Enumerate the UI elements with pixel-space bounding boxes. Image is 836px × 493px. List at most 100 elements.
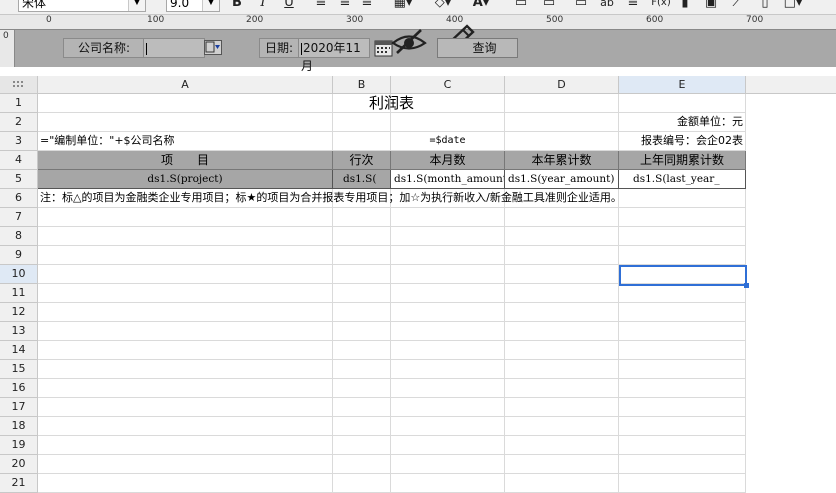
row-header[interactable]: 4: [0, 151, 38, 170]
column-header-b[interactable]: B: [333, 76, 391, 94]
grid-cell[interactable]: [505, 398, 619, 417]
grid-cell[interactable]: [505, 360, 619, 379]
bold-button[interactable]: B: [228, 0, 246, 12]
cell-amount-unit[interactable]: 金额单位：元: [619, 113, 746, 132]
chevron-down-icon[interactable]: ▼: [202, 0, 219, 11]
grid-cell[interactable]: [619, 474, 746, 493]
grid-cell[interactable]: [619, 208, 746, 227]
grid-cell[interactable]: [38, 284, 333, 303]
cell-compiler[interactable]: ="编制单位："+$公司名称: [38, 132, 333, 151]
align-center-icon[interactable]: ≡: [336, 0, 354, 12]
grid-cell[interactable]: [391, 208, 505, 227]
header-line-no[interactable]: 行次: [333, 151, 391, 170]
border-icon[interactable]: ▦▾: [388, 0, 418, 12]
chart-icon[interactable]: ▮: [676, 0, 694, 12]
grid-cell[interactable]: [505, 246, 619, 265]
device-icon[interactable]: ▯: [756, 0, 774, 12]
grid-cell[interactable]: [38, 322, 333, 341]
cell-ds-month[interactable]: ds1.S(month_amount: [391, 170, 505, 189]
row-header[interactable]: 6: [0, 189, 38, 208]
grid-cell[interactable]: [38, 379, 333, 398]
grid-cell[interactable]: [505, 417, 619, 436]
grid-cell[interactable]: [505, 474, 619, 493]
grid-cell[interactable]: [619, 455, 746, 474]
header-ytd[interactable]: 本年累计数: [505, 151, 619, 170]
grid-cell[interactable]: [391, 341, 505, 360]
image-icon[interactable]: ▣: [702, 0, 720, 12]
row-header[interactable]: 8: [0, 227, 38, 246]
merge-cells-icon[interactable]: ▭: [512, 0, 530, 12]
grid-cell[interactable]: [391, 303, 505, 322]
italic-button[interactable]: I: [254, 0, 272, 12]
cell-ds-line[interactable]: ds1.S(: [333, 170, 391, 189]
grid-cell[interactable]: [619, 417, 746, 436]
header-item[interactable]: 项 目: [38, 151, 333, 170]
row-header[interactable]: 19: [0, 436, 38, 455]
column-header-a[interactable]: A: [38, 76, 333, 94]
grid-cell[interactable]: [333, 341, 391, 360]
grid-cell[interactable]: [38, 436, 333, 455]
grid-cell[interactable]: [619, 303, 746, 322]
grid-cell[interactable]: [619, 227, 746, 246]
cell-report-code[interactable]: 报表编号：会企02表: [619, 132, 746, 151]
row-header[interactable]: 10: [0, 265, 38, 284]
grid-cell[interactable]: [333, 227, 391, 246]
company-dropdown-button[interactable]: [204, 40, 222, 55]
grid-cell[interactable]: [38, 360, 333, 379]
header-month[interactable]: 本月数: [391, 151, 505, 170]
date-input[interactable]: 2020年11月: [298, 38, 370, 73]
grid-cell[interactable]: [619, 436, 746, 455]
report-grid[interactable]: A B C D E 1 2 3 4 5 6 7 8 9 10 11 12 13 14 15 16 17 18 19 2…: [0, 76, 836, 493]
select-all-corner[interactable]: [0, 76, 38, 94]
grid-cell[interactable]: [505, 265, 619, 284]
cell-note[interactable]: 注：标△的项目为金融类企业专用项目；标★的项目为合并报表专用项目；加☆为执行新收…: [38, 189, 746, 208]
formula-button[interactable]: F(x): [648, 0, 674, 12]
grid-cell[interactable]: [505, 341, 619, 360]
cell-date[interactable]: =$date: [391, 132, 505, 151]
border-style-icon[interactable]: □▾: [780, 0, 806, 12]
insert-row-icon[interactable]: ▭: [572, 0, 590, 12]
column-header-c[interactable]: C: [391, 76, 505, 94]
grid-cell[interactable]: [619, 322, 746, 341]
row-header[interactable]: 11: [0, 284, 38, 303]
grid-cell[interactable]: [391, 246, 505, 265]
font-name-select[interactable]: 宋体 ▼: [18, 0, 146, 12]
row-header[interactable]: 15: [0, 360, 38, 379]
grid-cell[interactable]: [505, 455, 619, 474]
grid-cell[interactable]: [333, 265, 391, 284]
grid-cell[interactable]: [333, 379, 391, 398]
underline-button[interactable]: U: [280, 0, 298, 12]
grid-cell[interactable]: [333, 246, 391, 265]
fill-handle[interactable]: [744, 283, 749, 288]
row-header[interactable]: 9: [0, 246, 38, 265]
grid-cell[interactable]: [505, 284, 619, 303]
grid-cell[interactable]: [391, 436, 505, 455]
cell-ds-project[interactable]: ds1.S(project): [38, 170, 333, 189]
grid-cell[interactable]: [333, 284, 391, 303]
wrap-text-button[interactable]: ab: [596, 0, 618, 12]
row-header[interactable]: 21: [0, 474, 38, 493]
slash-icon[interactable]: ⟋: [728, 0, 746, 12]
grid-cell[interactable]: [333, 132, 391, 151]
grid-cell[interactable]: [391, 417, 505, 436]
split-cells-icon[interactable]: ▭: [540, 0, 558, 12]
cell-ds-last[interactable]: ds1.S(last_year_: [619, 170, 746, 189]
align-right-icon[interactable]: ≡: [358, 0, 376, 12]
grid-cell[interactable]: [391, 474, 505, 493]
grid-cell[interactable]: [619, 360, 746, 379]
grid-cell[interactable]: [38, 227, 333, 246]
row-header[interactable]: 1: [0, 94, 38, 113]
row-header[interactable]: 18: [0, 417, 38, 436]
font-size-select[interactable]: 9.0 ▼: [166, 0, 220, 12]
row-header[interactable]: 17: [0, 398, 38, 417]
grid-cell[interactable]: [505, 227, 619, 246]
grid-cell[interactable]: [619, 379, 746, 398]
align-left-icon[interactable]: ≡: [312, 0, 330, 12]
chevron-down-icon[interactable]: ▼: [128, 0, 145, 11]
company-input[interactable]: [143, 38, 205, 58]
grid-cell[interactable]: [619, 284, 746, 303]
grid-cell[interactable]: [505, 379, 619, 398]
grid-cell[interactable]: [38, 455, 333, 474]
grid-cell[interactable]: [391, 265, 505, 284]
column-header-d[interactable]: D: [505, 76, 619, 94]
